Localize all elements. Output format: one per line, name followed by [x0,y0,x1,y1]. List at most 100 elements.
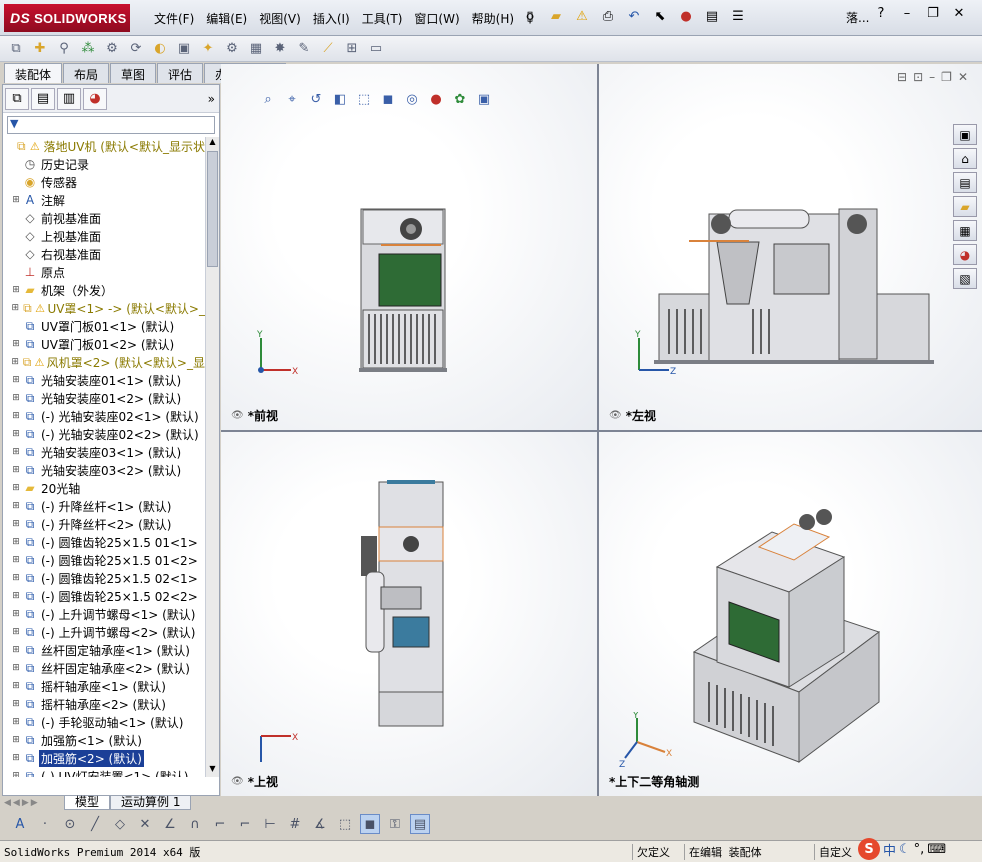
solidworks-logo[interactable]: DS SOLIDWORKS [4,4,130,32]
weld-icon[interactable]: ∩ [185,814,205,834]
tree-node[interactable]: ⧉ UV罩门板01<1> (默认) [3,317,205,335]
expand-toggle-icon[interactable]: ⊞ [11,501,21,511]
feature-tree-scrollbar[interactable]: ▲ ▼ [205,137,219,777]
expand-toggle-icon[interactable]: ⊞ [11,645,21,655]
expand-toggle-icon[interactable]: ⊞ [11,681,21,691]
tree-node[interactable]: ⧉ ⚠ 落地UV机 (默认<默认_显示状 [3,137,205,155]
tree-node[interactable]: ⊞ ⧉ 摇杆轴承座<2> (默认) [3,695,205,713]
layout-icon[interactable]: ▤ [410,814,430,834]
point-icon[interactable]: · [35,814,55,834]
expand-toggle-icon[interactable]: ⊞ [11,609,21,619]
tree-node[interactable]: ⊞ ⧉ (-) 圆锥齿轮25×1.5 01<1> [3,533,205,551]
menu-view[interactable]: 视图(V) [255,8,309,29]
tab-model[interactable]: 模型 [64,796,111,810]
relation-angle-icon[interactable]: ∡ [310,814,330,834]
options-icon[interactable]: ☰ [728,6,748,26]
menu-insert[interactable]: 插入(I) [309,8,358,29]
tree-node[interactable]: ⊞ ⧉ 光轴安装座01<2> (默认) [3,389,205,407]
traffic-light-icon[interactable]: ● [676,6,696,26]
tree-node[interactable]: ◷ 历史记录 [3,155,205,173]
file-properties-icon[interactable]: ▤ [702,6,722,26]
print-icon[interactable]: ⎙ [598,6,618,26]
tree-node[interactable]: ⊞ ⧉ 光轴安装座01<1> (默认) [3,371,205,389]
interference-detection-icon[interactable]: ⟋ [318,39,338,59]
expand-toggle-icon[interactable]: ⊞ [11,753,21,763]
tree-node[interactable]: ◇ 前视基准面 [3,209,205,227]
expand-toggle-icon[interactable]: ⊞ [11,447,21,457]
expand-toggle-icon[interactable]: ⊞ [11,519,21,529]
sogou-ime-icon[interactable]: S [858,838,880,860]
viewport-left[interactable]: ⊟ ⊡ – ❐ ✕ Y Z 👁 *左视 [599,64,982,430]
line-icon[interactable]: ╱ [85,814,105,834]
explode-line-sketch-icon[interactable]: ✎ [294,39,314,59]
smart-fasteners-icon[interactable]: ⚙ [102,39,122,59]
tree-node[interactable]: ⊞ ▰ 机架（外发） [3,281,205,299]
expand-toggle-icon[interactable]: ⊞ [11,627,21,637]
graphics-area[interactable]: ⌕ ⌖ ↺ ◧ ⬚ ◼ ◎ ● ✿ ▣ Y X 👁 *前视 ⊟ ⊡ – ❐ ✕ … [221,64,982,796]
scroll-thumb[interactable] [207,151,218,267]
tree-node[interactable]: ⊥ 原点 [3,263,205,281]
expand-toggle-icon[interactable]: ⊞ [11,771,21,777]
solidworks-resources-icon[interactable]: ▣ [953,124,977,145]
menu-tools[interactable]: 工具(T) [358,8,411,29]
box-icon[interactable]: ⬚ [335,814,355,834]
keyboard-icon[interactable]: ⌨ [927,842,946,857]
menu-window[interactable]: 窗口(W) [410,8,467,29]
expand-panel-button[interactable]: » [208,92,215,106]
tree-node[interactable]: ⊞ ⧉ (-) 升降丝杆<2> (默认) [3,515,205,533]
scroll-down-arrow-icon[interactable]: ▼ [206,764,219,777]
tree-node[interactable]: ⊞ ⧉ (-) 圆锥齿轮25×1.5 02<2> [3,587,205,605]
expand-toggle-icon[interactable]: ⊞ [11,717,21,727]
expand-toggle-icon[interactable]: ⊞ [11,357,19,367]
rebuild-warning-icon[interactable]: ⚠ [572,6,592,26]
expand-toggle-icon[interactable]: ⊞ [11,591,21,601]
moon-icon[interactable]: ☾ [899,842,911,857]
instant3d-icon[interactable]: ▭ [366,39,386,59]
tree-node[interactable]: ⊞ ⧉ (-) 上升调节螺母<2> (默认) [3,623,205,641]
expand-toggle-icon[interactable]: ⊞ [11,285,21,295]
expand-toggle-icon[interactable]: ⊞ [11,537,21,547]
viewport-top[interactable]: X 👁 *上视 [221,432,597,796]
expand-toggle-icon[interactable]: ⊞ [11,663,21,673]
select-cursor-icon[interactable]: ⬉ [650,6,670,26]
tree-node[interactable]: ⊞ ⧉ 光轴安装座03<2> (默认) [3,461,205,479]
restore-button[interactable]: ❐ [922,6,944,26]
tree-node[interactable]: ⊞ ⧉ 光轴安装座03<1> (默认) [3,443,205,461]
tree-node[interactable]: ◇ 右视基准面 [3,245,205,263]
show-hidden-icon[interactable]: ◐ [150,39,170,59]
minimize-button[interactable]: – [896,6,918,26]
expand-toggle-icon[interactable]: ⊞ [11,483,21,493]
punctuation-icon[interactable]: °, [914,842,925,857]
ime-toolbar[interactable]: S 中 ☾ °, ⌨ [858,838,946,860]
angle-icon[interactable]: ∠ [160,814,180,834]
circle-icon[interactable]: ⊙ [60,814,80,834]
help-icon[interactable]: ? [870,6,892,26]
tab-assembly[interactable]: 装配体 [4,63,63,83]
tree-node[interactable]: ⊞ ⧉ (-) 圆锥齿轮25×1.5 02<1> [3,569,205,587]
assembly-features-icon[interactable]: ▣ [174,39,194,59]
tab-evaluate[interactable]: 评估 [157,63,204,83]
tree-node[interactable]: ⊞ ⧉ 摇杆轴承座<1> (默认) [3,677,205,695]
tree-node[interactable]: ⊞ ⧉ (-) 上升调节螺母<1> (默认) [3,605,205,623]
viewport-splitter-horizontal[interactable] [221,430,982,432]
reference-geometry-icon[interactable]: ✦ [198,39,218,59]
tree-node[interactable]: ⊞ ⧉ (-) 光轴安装座02<1> (默认) [3,407,205,425]
tree-node[interactable]: ⊞ ⧉ 丝杆固定轴承座<2> (默认) [3,659,205,677]
expand-toggle-icon[interactable]: ⊞ [11,375,21,385]
tree-node[interactable]: ⊞ A 注解 [3,191,205,209]
bill-of-materials-icon[interactable]: ▦ [246,39,266,59]
expand-toggle-icon[interactable]: ⊞ [11,573,21,583]
ime-language[interactable]: 中 [883,840,896,859]
expand-toggle-icon[interactable]: ⊞ [11,465,21,475]
tree-node[interactable]: ⊞ ⧉ 加强筋<1> (默认) [3,731,205,749]
tab-layout[interactable]: 布局 [63,63,110,83]
trim-icon[interactable]: ✕ [135,814,155,834]
tree-node[interactable]: ⊞ ⧉ ⚠ UV罩<1> -> (默认<默认>_ [3,299,205,317]
linear-pattern-icon[interactable]: ⁂ [78,39,98,59]
tree-node[interactable]: ⊞ ⧉ (-) UV灯安装置<1> (默认) [3,767,205,778]
clearance-verification-icon[interactable]: ⊞ [342,39,362,59]
fillet-icon[interactable]: ⌐ [210,814,230,834]
undo-icon[interactable]: ↶ [624,6,644,26]
viewport-isometric[interactable]: Y X Z *上下二等角轴测 [599,432,982,796]
tree-node[interactable]: ◇ 上视基准面 [3,227,205,245]
